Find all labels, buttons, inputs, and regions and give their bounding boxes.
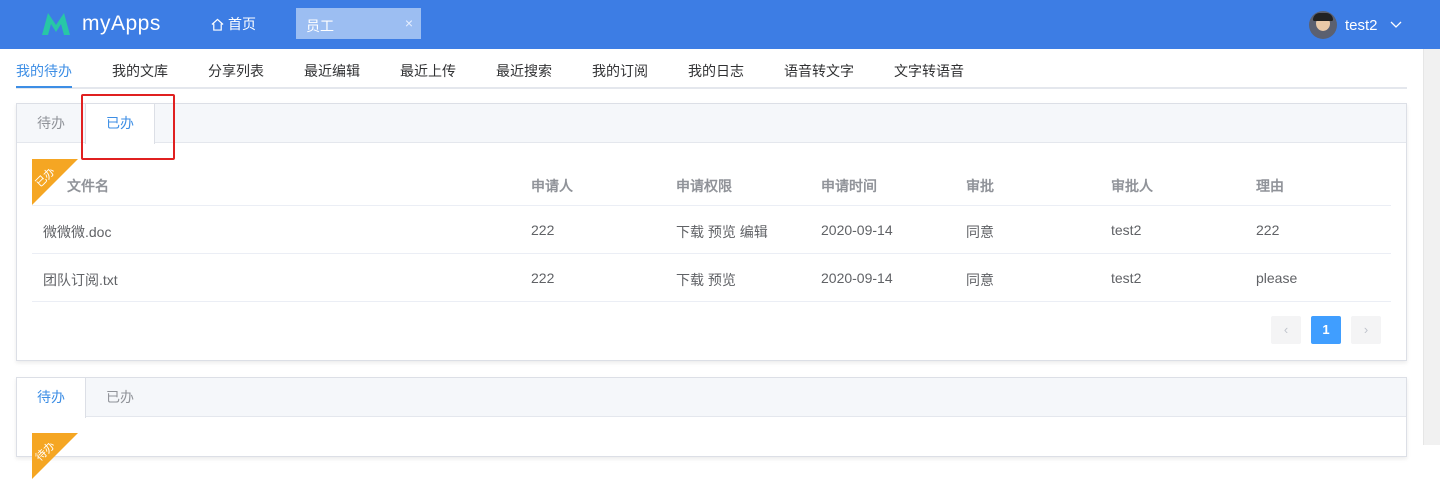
nav-tab-my-subscription[interactable]: 我的订阅: [592, 61, 648, 81]
app-logo[interactable]: myApps: [40, 10, 161, 38]
close-icon[interactable]: ×: [405, 15, 413, 31]
nav-tab-text-to-speech[interactable]: 文字转语音: [894, 61, 964, 81]
cell-filename[interactable]: 团队订阅.txt: [43, 270, 118, 290]
col-header-filename: 文件名: [67, 178, 109, 194]
nav-tab-speech-to-text[interactable]: 语音转文字: [784, 61, 854, 81]
cell-approval: 同意: [966, 224, 994, 240]
col-header-approval: 审批: [966, 178, 994, 194]
home-icon: [211, 18, 224, 31]
m-logo-icon: [42, 13, 70, 35]
cell-apply-time: 2020-09-14: [821, 222, 893, 238]
user-menu[interactable]: test2: [1309, 11, 1402, 39]
ribbon-label: 已办: [33, 165, 58, 190]
col-header-apply-time: 申请时间: [821, 178, 877, 194]
open-tab-employee[interactable]: 员工 ×: [296, 8, 421, 39]
cell-filename[interactable]: 微微微.doc: [43, 222, 111, 242]
highlight-box: [81, 94, 175, 160]
user-name: test2: [1345, 16, 1378, 34]
cell-reason: please: [1256, 270, 1298, 286]
col-header-reason: 理由: [1256, 178, 1284, 194]
todo-panel: 待办 已办 待办: [16, 377, 1407, 479]
tab-todo[interactable]: 待办: [17, 104, 85, 143]
nav-tab-my-log[interactable]: 我的日志: [688, 61, 744, 81]
cell-apply-time: 2020-09-14: [821, 270, 893, 286]
nav-tab-recent-upload[interactable]: 最近上传: [400, 61, 456, 81]
cell-permission: 下载 预览 编辑: [676, 224, 768, 240]
ribbon-label: 待办: [33, 439, 58, 464]
row-divider: [32, 205, 1391, 206]
nav-tab-my-todo[interactable]: 我的待办: [16, 61, 72, 81]
row-divider: [32, 301, 1391, 302]
main-nav-tabs: 我的待办 我的文库 分享列表 最近编辑 最近上传 最近搜索 我的订阅 我的日志 …: [16, 49, 1407, 89]
app-name: myApps: [82, 12, 161, 35]
cell-approval: 同意: [966, 272, 994, 288]
page-number-1[interactable]: 1: [1311, 316, 1341, 344]
panel-tabs: 待办 已办: [17, 378, 1406, 418]
panel-tabs: 待办 已办: [17, 104, 1406, 144]
col-header-applicant: 申请人: [531, 178, 573, 194]
nav-tab-share-list[interactable]: 分享列表: [208, 61, 264, 81]
done-panel: 待办 已办 已办 文件名 申请人 申请权限 申请时间 审批 审批人 理由 微微微…: [16, 103, 1407, 361]
nav-tab-recent-search[interactable]: 最近搜索: [496, 61, 552, 81]
cell-applicant: 222: [531, 222, 555, 238]
vertical-scrollbar[interactable]: [1423, 49, 1440, 445]
cell-reason: 222: [1256, 222, 1280, 238]
col-header-approver: 审批人: [1111, 178, 1153, 194]
cell-approver: test2: [1111, 222, 1142, 238]
avatar: [1309, 11, 1337, 39]
row-divider: [32, 253, 1391, 254]
home-label: 首页: [228, 16, 256, 32]
home-link[interactable]: 首页: [211, 14, 256, 34]
open-tab-label: 员工: [306, 18, 334, 34]
next-page-button[interactable]: ›: [1351, 316, 1381, 344]
nav-tab-recent-edit[interactable]: 最近编辑: [304, 61, 360, 81]
cell-permission: 下载 预览: [676, 272, 736, 288]
tab-todo[interactable]: 待办: [17, 378, 86, 418]
cell-approver: test2: [1111, 270, 1142, 286]
tab-done[interactable]: 已办: [86, 378, 154, 417]
top-header: myApps 首页 员工 × test2: [0, 0, 1440, 49]
cell-applicant: 222: [531, 270, 555, 286]
active-tab-indicator: [16, 86, 72, 88]
status-ribbon: 待办: [32, 433, 78, 479]
col-header-permission: 申请权限: [676, 178, 732, 194]
prev-page-button[interactable]: ‹: [1271, 316, 1301, 344]
chevron-down-icon: [1390, 21, 1401, 28]
nav-tab-my-library[interactable]: 我的文库: [112, 61, 168, 81]
